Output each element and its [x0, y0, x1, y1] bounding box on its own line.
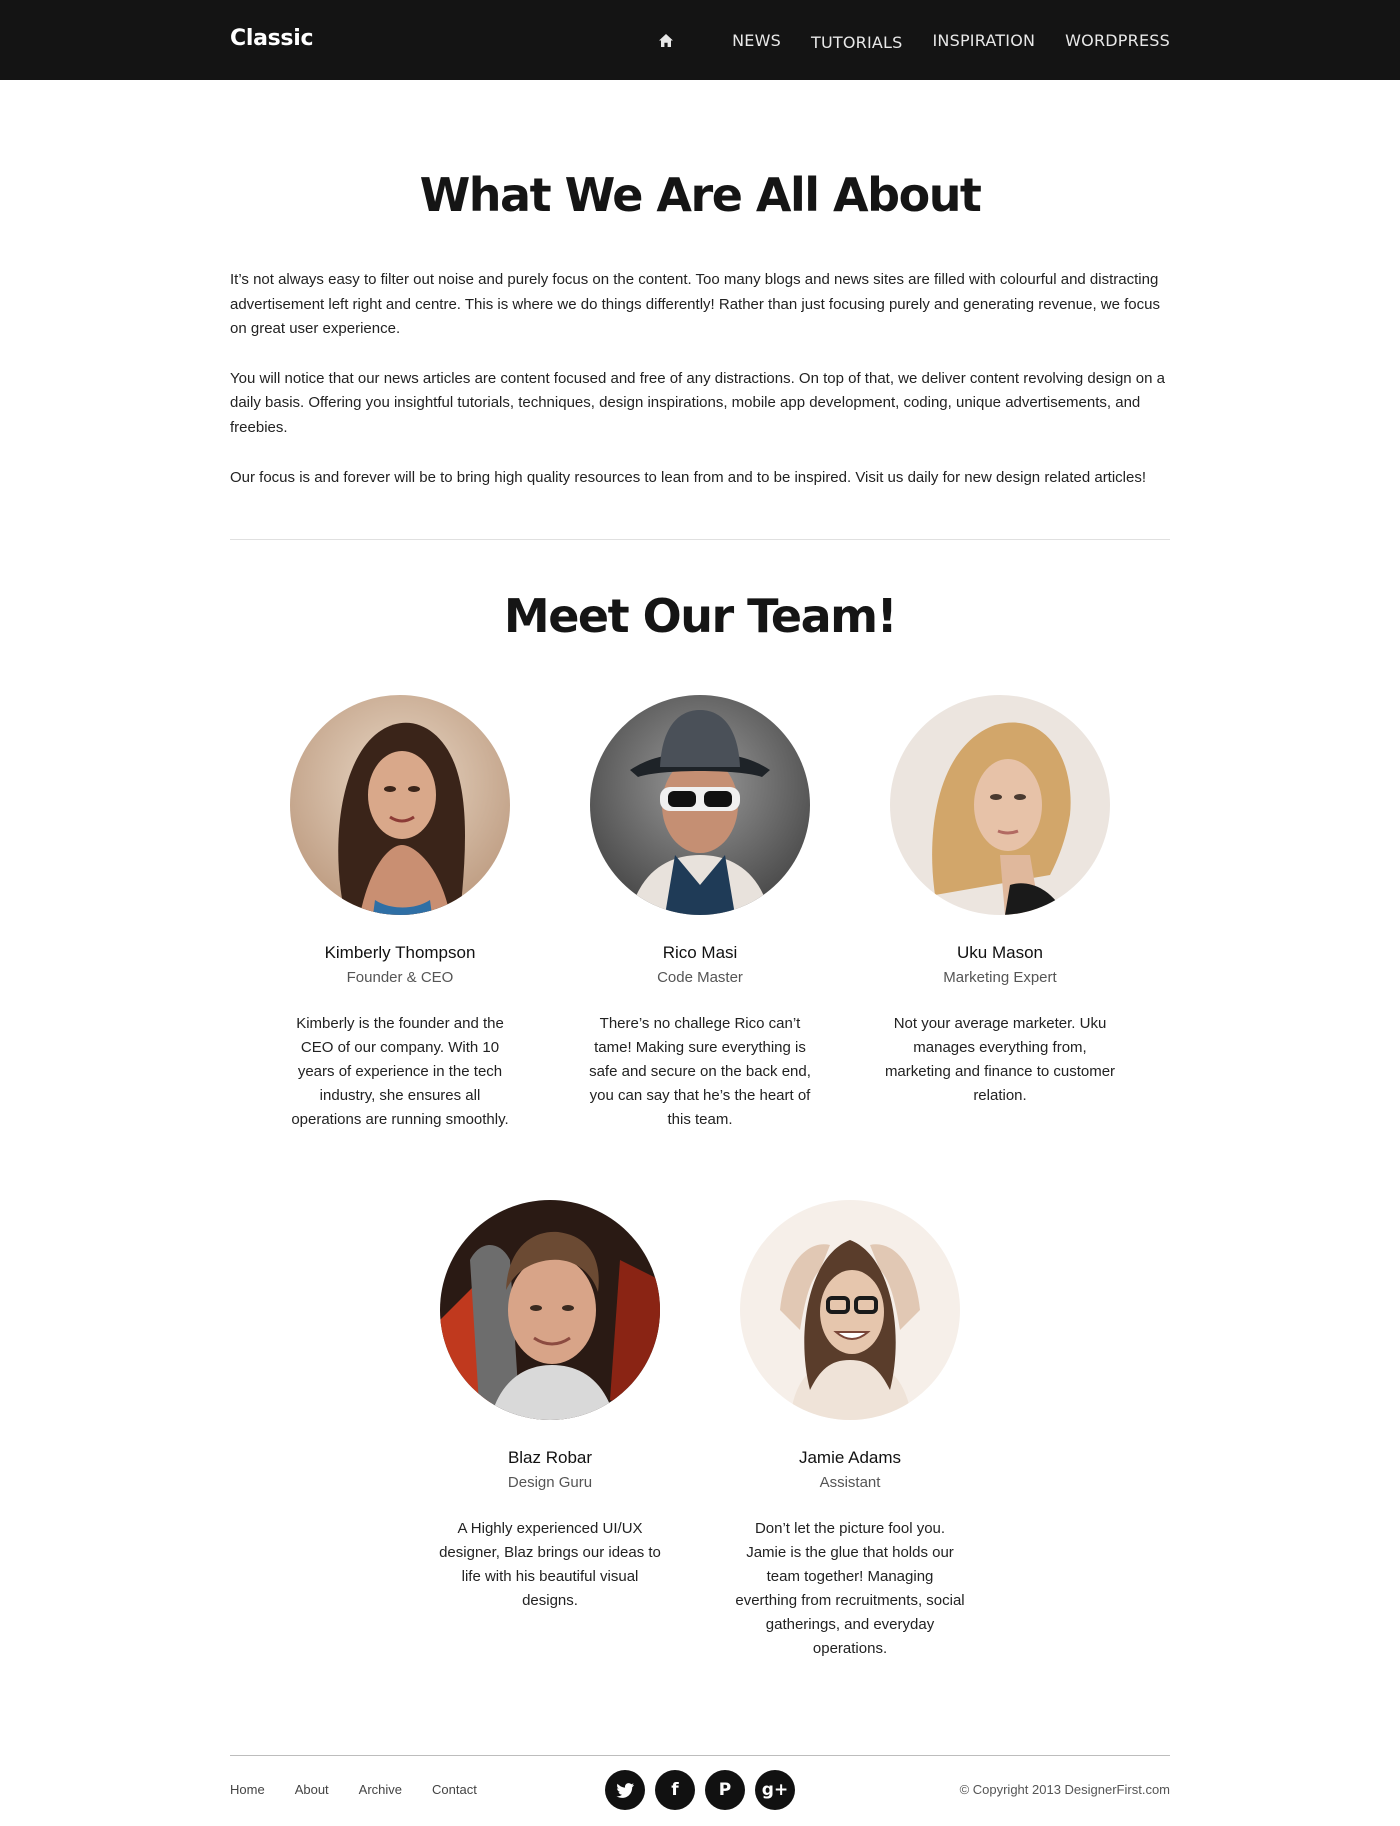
nav-wordpress[interactable]: WORDPRESS [1065, 31, 1170, 50]
google-plus-icon[interactable]: g+ [755, 1770, 795, 1810]
member-name: Jamie Adams [798, 1448, 902, 1467]
section-divider [230, 539, 1170, 540]
member-role: Assistant [819, 1474, 881, 1491]
site-header: Classic NEWS TUTORIALS INSPIRATION WORDP… [0, 0, 1400, 80]
nav-tutorials[interactable]: TUTORIALS [811, 33, 903, 52]
member-name: Uku Mason [957, 943, 1043, 962]
member-bio: Not your average marketer. Uku manages e… [884, 1015, 1116, 1104]
member-bio: A Highly experienced UI/UX designer, Bla… [439, 1520, 661, 1609]
member-role: Design Guru [507, 1474, 593, 1491]
footer-link-about[interactable]: About [295, 1782, 329, 1797]
footer-link-archive[interactable]: Archive [359, 1782, 402, 1797]
team-member-card: Jamie Adams Assistant Don’t let the pict… [730, 1200, 970, 1661]
team-title: Meet Our Team! [503, 589, 898, 643]
avatar [740, 1200, 960, 1420]
nav-news[interactable]: NEWS [732, 31, 781, 50]
main-nav: NEWS TUTORIALS INSPIRATION WORDPRESS [654, 0, 1170, 80]
member-bio: Kimberly is the founder and the CEO of o… [291, 1015, 509, 1128]
member-name: Rico Masi [662, 943, 738, 962]
twitter-icon[interactable] [605, 1770, 645, 1810]
footer-nav: Home About Archive Contact [230, 1782, 507, 1797]
nav-inspiration[interactable]: INSPIRATION [933, 31, 1036, 50]
avatar [890, 695, 1110, 915]
team-member-card: Uku Mason Marketing Expert Not your aver… [880, 695, 1120, 1108]
member-name: Blaz Robar [507, 1448, 593, 1467]
avatar [440, 1200, 660, 1420]
home-icon[interactable] [654, 28, 678, 52]
team-member-card: Rico Masi Code Master There’s no challeg… [580, 695, 820, 1132]
member-bio: There’s no challege Rico can’t tame! Mak… [589, 1015, 811, 1128]
copyright: © Copyright 2013 DesignerFirst.com [959, 1782, 1170, 1797]
member-role: Founder & CEO [346, 969, 454, 986]
pinterest-icon[interactable]: P [705, 1770, 745, 1810]
member-role: Code Master [657, 969, 743, 986]
footer-link-contact[interactable]: Contact [432, 1782, 477, 1797]
social-links: f P g+ [605, 1770, 805, 1810]
about-paragraph: Our focus is and forever will be to brin… [230, 468, 1147, 486]
footer-link-home[interactable]: Home [230, 1782, 265, 1797]
team-member-card: Kimberly Thompson Founder & CEO Kimberly… [280, 695, 520, 1132]
footer-divider [230, 1755, 1170, 1756]
about-paragraph: It’s not always easy to filter out noise… [230, 271, 1160, 338]
about-title: What We Are All About [419, 168, 982, 222]
avatar [590, 695, 810, 915]
about-text: It’s not always easy to filter out noise… [230, 268, 1170, 515]
member-bio: Don’t let the picture fool you. Jamie is… [735, 1520, 965, 1657]
team-member-card: Blaz Robar Design Guru A Highly experien… [430, 1200, 670, 1613]
site-logo[interactable]: Classic [230, 26, 314, 51]
about-paragraph: You will notice that our news articles a… [230, 369, 1165, 436]
facebook-icon[interactable]: f [655, 1770, 695, 1810]
member-name: Kimberly Thompson [324, 943, 476, 962]
member-role: Marketing Expert [943, 969, 1057, 986]
avatar [290, 695, 510, 915]
